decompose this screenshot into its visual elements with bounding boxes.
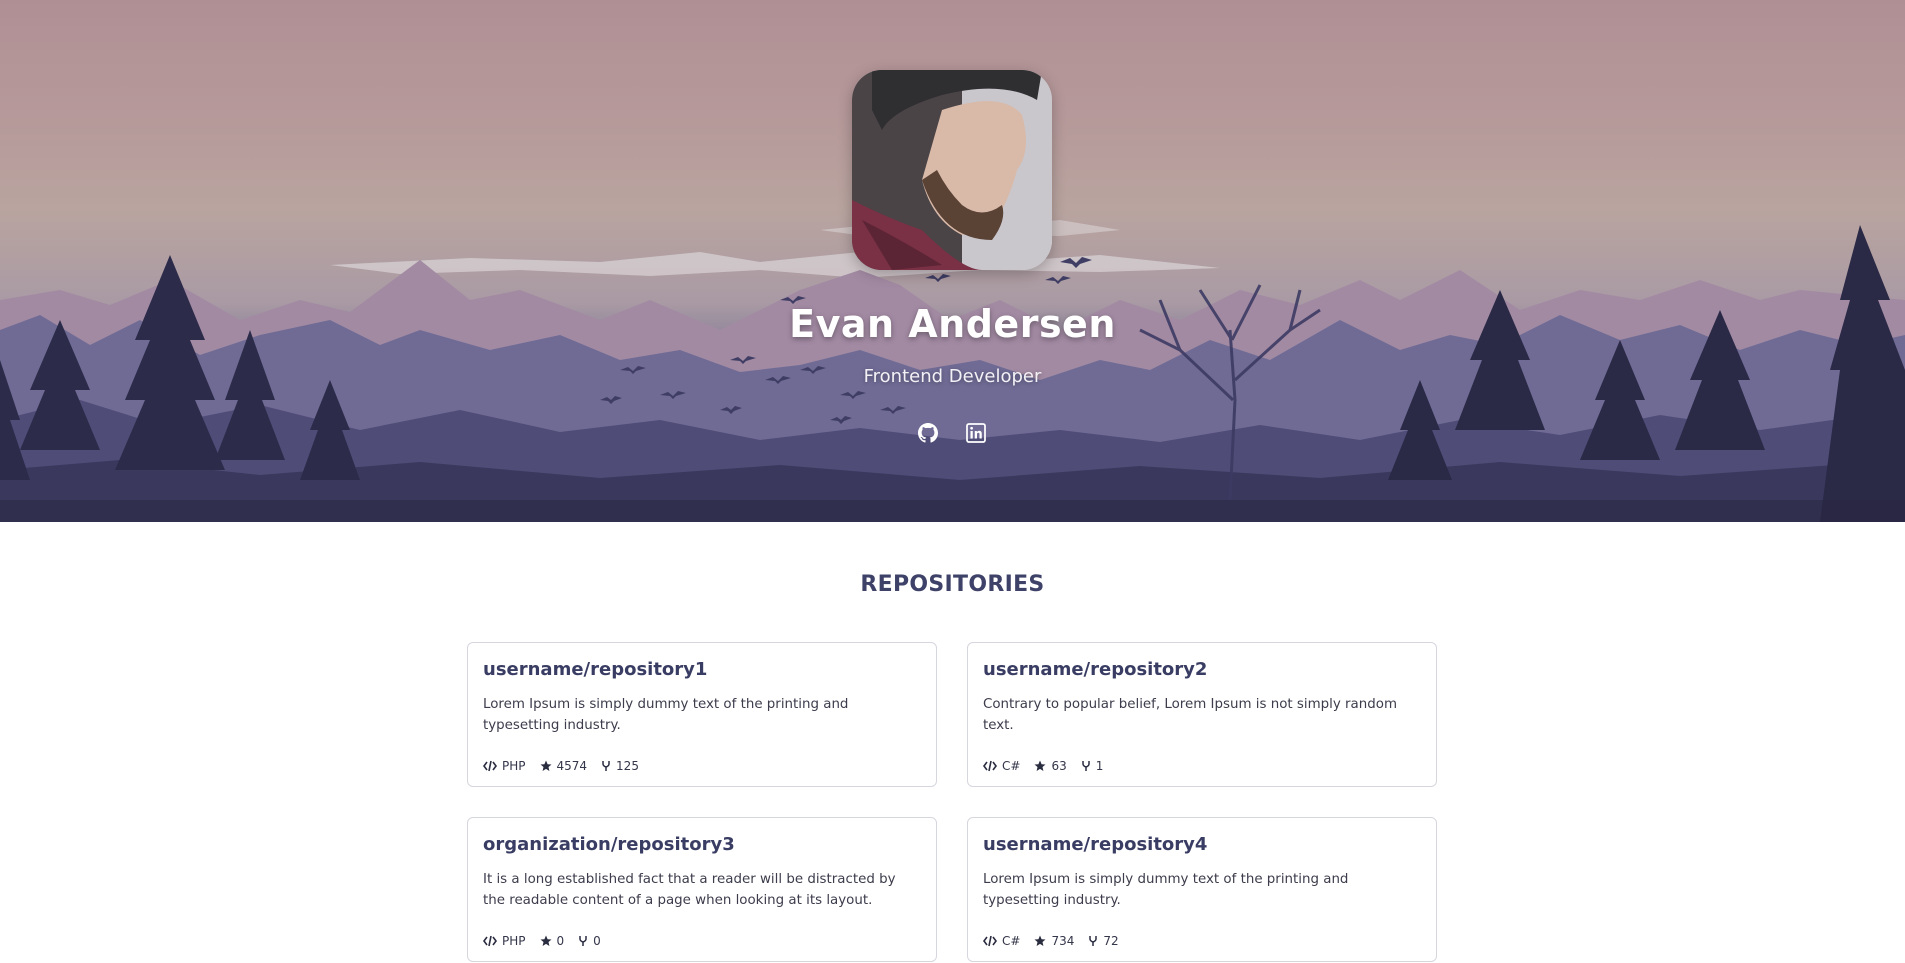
fork-icon (1089, 936, 1098, 946)
repository-name-link[interactable]: username/repository2 (983, 659, 1421, 680)
repository-description: It is a long established fact that a rea… (483, 872, 896, 908)
repository-name-link[interactable]: username/repository4 (983, 834, 1421, 855)
language-label: PHP (502, 934, 526, 948)
code-icon (483, 760, 497, 772)
language-stat: PHP (483, 934, 526, 948)
profile-name: Evan Andersen (789, 302, 1116, 346)
forks-count: 1 (1095, 759, 1104, 773)
stars-count: 734 (1051, 934, 1075, 948)
star-icon (540, 935, 551, 946)
forks-stat: 125 (601, 759, 639, 773)
repository-meta: PHP 4574 125 (483, 759, 639, 773)
language-label: PHP (502, 759, 526, 773)
stars-count: 63 (1051, 759, 1067, 773)
forks-count: 125 (616, 759, 639, 773)
repository-name-link[interactable]: username/repository1 (483, 659, 921, 680)
stars-stat: 63 (1034, 759, 1067, 773)
repository-meta: C# 734 72 (983, 934, 1119, 948)
language-label: C# (1002, 759, 1021, 773)
repositories-title: REPOSITORIES (860, 572, 1045, 597)
fork-icon (602, 761, 610, 771)
forks-stat: 0 (578, 934, 601, 948)
forks-count: 0 (593, 934, 601, 948)
star-icon (1034, 935, 1046, 946)
stars-count: 0 (556, 934, 565, 948)
stars-stat: 734 (1034, 934, 1074, 948)
profile-avatar (852, 70, 1052, 270)
repository-name-link[interactable]: organization/repository3 (483, 834, 921, 855)
stars-stat: 0 (540, 934, 565, 948)
forks-stat: 72 (1088, 934, 1119, 948)
star-icon (540, 760, 551, 771)
repository-description: Contrary to popular belief, Lorem Ipsum … (983, 697, 1397, 733)
star-icon (1034, 760, 1046, 771)
code-icon (983, 935, 997, 947)
repository-meta: C# 63 1 (983, 759, 1103, 773)
code-icon (483, 935, 497, 947)
forks-count: 72 (1103, 934, 1119, 948)
linkedin-icon[interactable] (965, 423, 988, 445)
profile-header: Evan Andersen Frontend Developer (0, 0, 1905, 522)
language-stat: PHP (483, 759, 526, 773)
social-links (0, 423, 1905, 445)
repository-meta: PHP 0 0 (483, 934, 601, 948)
repository-description: Lorem Ipsum is simply dummy text of the … (983, 872, 1349, 908)
fork-icon (1081, 761, 1090, 771)
repository-description: Lorem Ipsum is simply dummy text of the … (483, 697, 849, 733)
repository-card[interactable]: username/repository4 Lorem Ipsum is simp… (967, 817, 1437, 962)
repository-card[interactable]: username/repository1 Lorem Ipsum is simp… (467, 642, 937, 787)
profile-role: Frontend Developer (863, 366, 1042, 387)
language-label: C# (1002, 934, 1021, 948)
language-stat: C# (983, 934, 1020, 948)
language-stat: C# (983, 759, 1020, 773)
stars-count: 4574 (556, 759, 588, 773)
forks-stat: 1 (1081, 759, 1104, 773)
github-icon[interactable] (917, 423, 940, 445)
code-icon (983, 760, 997, 772)
stars-stat: 4574 (540, 759, 588, 773)
fork-icon (579, 936, 587, 946)
repository-card[interactable]: username/repository2 Contrary to popular… (967, 642, 1437, 787)
repository-card[interactable]: organization/repository3 It is a long es… (467, 817, 937, 962)
